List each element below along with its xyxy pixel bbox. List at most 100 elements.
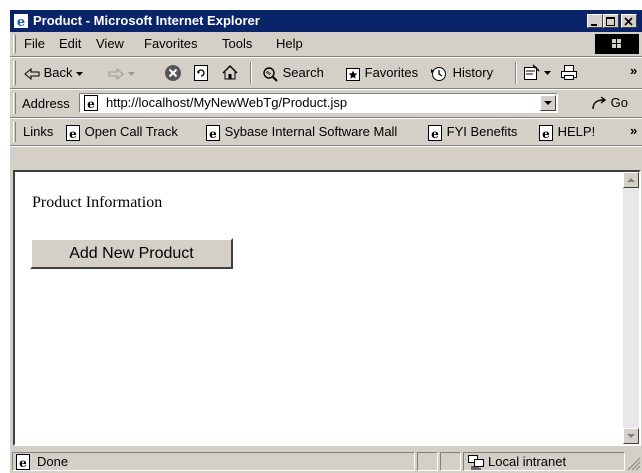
toolbar-separator-2 xyxy=(515,62,517,84)
menu-favorites[interactable]: Favorites xyxy=(144,36,197,52)
title-bar[interactable]: e Product - Microsoft Internet Explorer xyxy=(10,10,642,32)
status-pane-zone: Local intranet xyxy=(463,452,625,471)
svg-text:e: e xyxy=(69,127,77,141)
windows-flag-icon xyxy=(612,39,621,48)
go-arrow-icon xyxy=(592,96,607,109)
svg-text:e: e xyxy=(209,127,217,141)
page-content: Product Information Add New Product xyxy=(13,170,641,446)
page-icon: e xyxy=(206,124,220,141)
link-open-call-track[interactable]: e Open Call Track xyxy=(65,124,178,141)
window-title: Product - Microsoft Internet Explorer xyxy=(33,13,260,28)
close-icon xyxy=(624,17,633,26)
standard-toolbar: Back Search Favorites History » xyxy=(10,58,642,88)
windows-logo-badge xyxy=(595,34,639,54)
links-overflow-chevron[interactable]: » xyxy=(630,123,637,139)
history-button[interactable]: History xyxy=(431,65,493,82)
address-grip[interactable] xyxy=(13,93,16,114)
address-input[interactable]: e http://localhost/MyNewWebTg/Product.js… xyxy=(79,93,558,113)
ie-logo-icon: e xyxy=(14,14,28,29)
page-icon: e xyxy=(66,124,80,141)
svg-text:e: e xyxy=(542,127,550,141)
status-pane-progress xyxy=(417,452,438,471)
toolbar-grip[interactable] xyxy=(13,61,16,85)
maximize-button[interactable] xyxy=(603,14,619,28)
address-label: Address xyxy=(22,96,70,111)
back-button[interactable]: Back xyxy=(24,65,84,81)
status-text: Done xyxy=(37,454,69,469)
scroll-down-icon xyxy=(627,434,635,438)
page-heading: Product Information xyxy=(32,194,163,211)
browser-window: e Product - Microsoft Internet Explorer … xyxy=(9,9,642,473)
link-label: Open Call Track xyxy=(84,124,178,139)
local-intranet-icon xyxy=(468,455,484,470)
history-label: History xyxy=(452,65,494,80)
forward-button[interactable] xyxy=(108,65,136,81)
maximize-icon xyxy=(606,17,615,26)
menu-bar: File Edit View Favorites Tools Help xyxy=(10,32,642,56)
link-sybase-software-mall[interactable]: e Sybase Internal Software Mall xyxy=(205,124,397,141)
menu-tools[interactable]: Tools xyxy=(222,36,252,52)
link-label: HELP! xyxy=(557,124,596,139)
forward-dropdown-icon[interactable] xyxy=(127,71,136,77)
mail-button[interactable] xyxy=(523,64,552,81)
search-button[interactable]: Search xyxy=(262,65,324,82)
go-button[interactable]: Go xyxy=(591,95,628,111)
scroll-up-button[interactable] xyxy=(623,172,639,188)
resize-grip-icon[interactable] xyxy=(627,457,641,471)
page-icon: e xyxy=(16,454,30,470)
link-label: Sybase Internal Software Mall xyxy=(224,124,398,139)
back-dropdown-icon[interactable] xyxy=(76,71,84,77)
forward-arrow-icon xyxy=(108,67,124,80)
menu-help[interactable]: Help xyxy=(276,36,303,52)
link-fyi-benefits[interactable]: e FYI Benefits xyxy=(427,124,517,141)
svg-text:e: e xyxy=(431,127,439,141)
link-help[interactable]: e HELP! xyxy=(538,124,595,141)
refresh-icon[interactable] xyxy=(193,64,209,82)
scroll-up-icon xyxy=(627,178,635,182)
mail-dropdown-icon[interactable] xyxy=(543,70,552,76)
address-url: http://localhost/MyNewWebTg/Product.jsp xyxy=(106,95,348,110)
toolbar-separator xyxy=(250,62,252,84)
page-icon: e xyxy=(428,124,442,141)
history-icon xyxy=(431,66,446,81)
page-icon: e xyxy=(539,124,553,141)
link-label: FYI Benefits xyxy=(446,124,518,139)
links-grip[interactable] xyxy=(13,122,16,142)
favorites-label: Favorites xyxy=(364,65,419,80)
home-icon[interactable] xyxy=(221,64,239,81)
back-arrow-icon xyxy=(24,67,40,80)
links-bar: Links e Open Call Track e Sybase Interna… xyxy=(10,119,642,145)
back-label: Back xyxy=(43,65,73,80)
svg-text:e: e xyxy=(87,97,95,111)
status-zone-label: Local intranet xyxy=(488,454,567,469)
address-bar: Address e http://localhost/MyNewWebTg/Pr… xyxy=(10,90,642,117)
search-label: Search xyxy=(282,65,324,80)
menu-view[interactable]: View xyxy=(96,36,124,52)
minimize-button[interactable] xyxy=(587,14,603,28)
status-pane-main: e Done xyxy=(12,452,415,471)
scroll-down-button[interactable] xyxy=(623,428,639,444)
menu-edit[interactable]: Edit xyxy=(59,36,81,52)
svg-text:e: e xyxy=(19,456,27,470)
menu-grip[interactable] xyxy=(13,35,16,53)
favorites-button[interactable]: Favorites xyxy=(345,65,418,82)
add-new-product-button[interactable]: Add New Product xyxy=(30,238,233,269)
toolbar-overflow-chevron[interactable]: » xyxy=(630,63,637,79)
address-dropdown-button[interactable] xyxy=(540,95,556,111)
page-icon: e xyxy=(84,95,98,111)
links-label: Links xyxy=(23,124,54,139)
mail-icon xyxy=(524,64,540,81)
links-separator-line xyxy=(10,145,642,147)
vertical-scrollbar[interactable] xyxy=(623,172,639,444)
menu-file[interactable]: File xyxy=(24,36,45,52)
status-bar: e Done Local intranet xyxy=(10,449,642,473)
svg-text:e: e xyxy=(17,15,25,29)
stop-icon[interactable] xyxy=(164,64,182,82)
close-button[interactable] xyxy=(621,14,637,28)
minimize-icon xyxy=(591,24,597,26)
chevron-down-icon xyxy=(544,101,552,105)
status-pane-security xyxy=(440,452,461,471)
favorites-icon xyxy=(346,67,360,81)
print-icon[interactable] xyxy=(560,64,578,81)
search-icon xyxy=(263,66,278,82)
